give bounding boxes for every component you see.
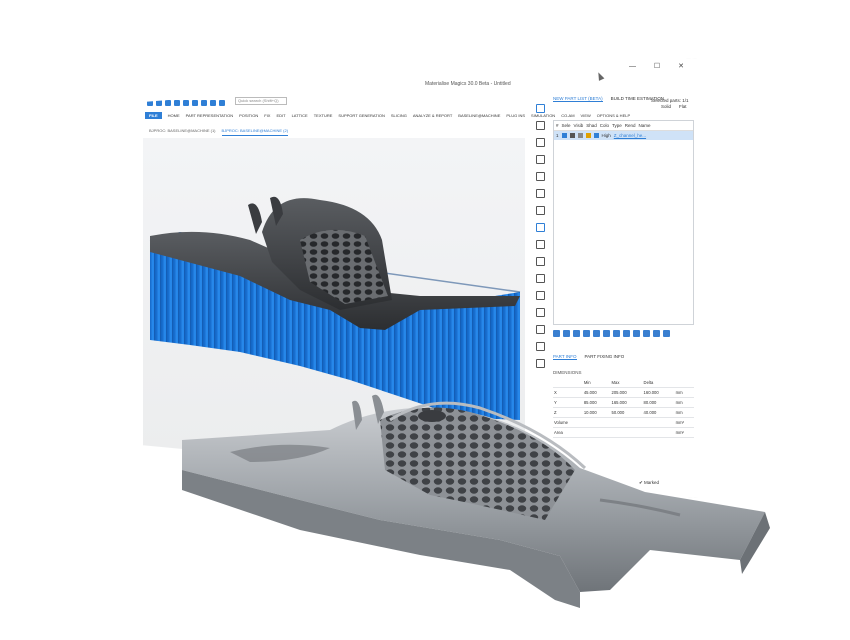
3d-parts-artwork: [149, 196, 770, 608]
product-composition: Materialise Magics 30.0 Beta - Untitled …: [0, 0, 850, 640]
foreground-metal-part: [182, 394, 770, 608]
